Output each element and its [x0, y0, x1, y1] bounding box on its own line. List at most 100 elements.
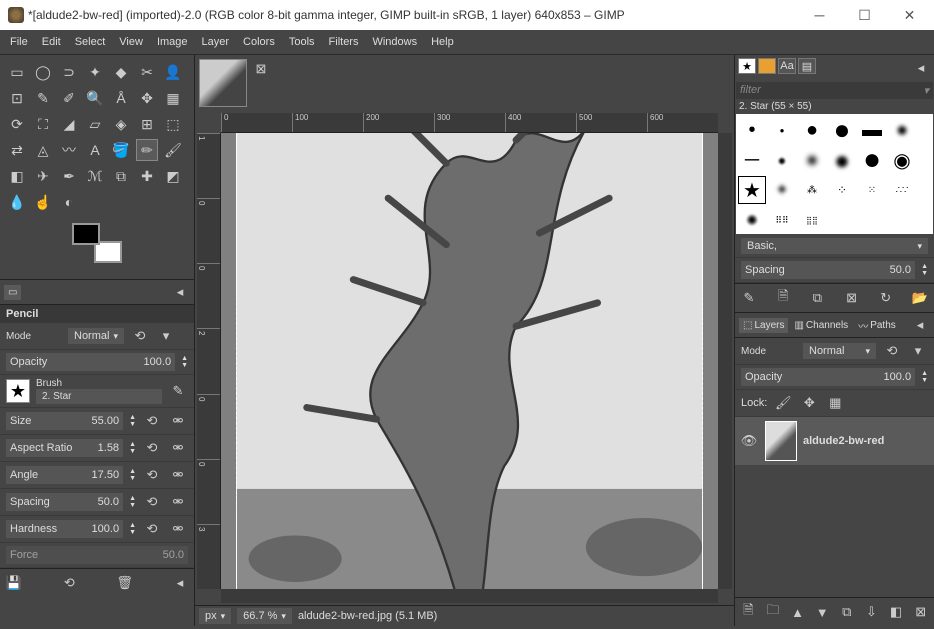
brushes-panel-menu-icon[interactable]: ◂ — [911, 58, 931, 78]
tool-warp[interactable]: 〰 — [58, 139, 80, 161]
layer-name[interactable]: aldude2-bw-red — [803, 435, 884, 447]
angle-link-icon[interactable]: ⚮ — [168, 465, 188, 485]
spacing-reset-icon[interactable]: ⟲ — [142, 492, 162, 512]
restore-preset-icon[interactable]: ⟲ — [59, 573, 79, 593]
menu-help[interactable]: Help — [431, 36, 454, 48]
brush-preset[interactable]: ▬ — [858, 116, 886, 144]
tool-blur[interactable]: 💧 — [6, 191, 28, 213]
menu-select[interactable]: Select — [75, 36, 106, 48]
lock-position-icon[interactable]: ✥ — [799, 393, 819, 413]
brush-spacing-slider[interactable]: Spacing50.0 — [741, 261, 915, 279]
lock-alpha-icon[interactable]: ▦ — [825, 393, 845, 413]
layer-down-icon[interactable]: ▼ — [813, 602, 832, 622]
layer-visibility-icon[interactable]: 👁 — [739, 431, 759, 451]
menu-edit[interactable]: Edit — [42, 36, 61, 48]
lock-pixels-icon[interactable]: 🖌 — [773, 393, 793, 413]
close-button[interactable]: ✕ — [887, 0, 932, 30]
layer-row[interactable]: 👁 aldude2-bw-red — [735, 417, 934, 465]
brush-preset[interactable]: ● — [768, 146, 796, 174]
tab-brushes-icon[interactable]: ★ — [738, 58, 756, 74]
aspect-reset-icon[interactable]: ⟲ — [142, 438, 162, 458]
brush-spacing-spinner[interactable]: ▲▼ — [921, 263, 928, 277]
brush-preset[interactable]: ⣿⣿ — [798, 206, 826, 234]
brush-preset-dropdown[interactable]: Basic,▾ — [741, 238, 928, 254]
brush-presets-grid[interactable]: • ● ● ● ▬ ● ─ ● ● ● ● ◉ ★ ✦ ⁂ ⁘ ⁙ ∴∵ ✺ ⠿… — [736, 114, 933, 234]
spacing-spinner[interactable]: ▲▼ — [129, 495, 136, 509]
brush-open-icon[interactable]: 📂 — [910, 288, 930, 308]
tool-3d[interactable]: ⬚ — [162, 113, 184, 135]
menu-image[interactable]: Image — [157, 36, 188, 48]
image-tab-close-icon[interactable]: ⊠ — [251, 59, 271, 79]
menu-colors[interactable]: Colors — [243, 36, 275, 48]
tool-airbrush[interactable]: ✈ — [32, 165, 54, 187]
hardness-spinner[interactable]: ▲▼ — [129, 522, 136, 536]
brush-new-icon[interactable]: 🗎 — [773, 288, 793, 308]
brush-preset[interactable]: ● — [858, 146, 886, 174]
vertical-ruler[interactable]: 1002003 — [197, 133, 221, 589]
menu-file[interactable]: File — [10, 36, 28, 48]
brush-filter[interactable]: filter▾ — [736, 82, 933, 99]
size-link-icon[interactable]: ⚮ — [168, 411, 188, 431]
brush-preview-icon[interactable]: ★ — [6, 379, 30, 403]
foreground-color-swatch[interactable] — [72, 223, 100, 245]
layer-mask-icon[interactable]: ◧ — [887, 602, 906, 622]
tool-scissors[interactable]: ✂ — [136, 61, 158, 83]
hardness-reset-icon[interactable]: ⟲ — [142, 519, 162, 539]
tool-cage[interactable]: ◬ — [32, 139, 54, 161]
maximize-button[interactable]: ☐ — [842, 0, 887, 30]
mode-dropdown[interactable]: Normal▾ — [68, 328, 124, 344]
size-spinner[interactable]: ▲▼ — [129, 414, 136, 428]
tool-crop[interactable]: ⊡ — [6, 87, 28, 109]
menu-layer[interactable]: Layer — [202, 36, 230, 48]
color-swatches[interactable] — [72, 223, 122, 263]
spacing-slider[interactable]: Spacing50.0 — [6, 493, 123, 511]
brush-preset[interactable]: ⁂ — [798, 176, 826, 204]
brush-preset[interactable]: ⁙ — [858, 176, 886, 204]
layer-duplicate-icon[interactable]: ⧉ — [838, 602, 857, 622]
tool-shear[interactable]: ◢ — [58, 113, 80, 135]
layer-mode-chevron-icon[interactable]: ▾ — [908, 341, 928, 361]
tab-patterns-icon[interactable] — [758, 58, 776, 74]
unit-dropdown[interactable]: px▾ — [199, 608, 231, 624]
brush-preset[interactable]: • — [738, 116, 766, 144]
brush-preset[interactable]: ⁘ — [828, 176, 856, 204]
tool-ink[interactable]: ✒ — [58, 165, 80, 187]
layer-opacity-slider[interactable]: Opacity100.0 — [741, 368, 915, 386]
vertical-scrollbar[interactable] — [718, 133, 732, 589]
tool-dodge[interactable]: ◐ — [58, 191, 80, 213]
layer-opacity-spinner[interactable]: ▲▼ — [921, 370, 928, 384]
brush-preset[interactable]: ∴∵ — [888, 176, 916, 204]
tool-foreground[interactable]: 👤 — [162, 61, 184, 83]
layer-new-icon[interactable]: 🗎 — [739, 602, 758, 622]
tool-brush[interactable]: 🖌 — [162, 139, 184, 161]
menu-view[interactable]: View — [119, 36, 143, 48]
brush-preset[interactable]: ● — [768, 116, 796, 144]
tool-paths[interactable]: ✎ — [32, 87, 54, 109]
tool-perspective-clone[interactable]: ◩ — [162, 165, 184, 187]
delete-preset-icon[interactable]: 🗑 — [115, 573, 135, 593]
brush-preset[interactable]: ◉ — [888, 146, 916, 174]
tool-color-picker[interactable]: ✐ — [58, 87, 80, 109]
tab-tool-options[interactable]: ▭ — [4, 285, 21, 300]
tool-free-select[interactable]: ⊃ — [58, 61, 80, 83]
tool-eraser[interactable]: ◧ — [6, 165, 28, 187]
brush-duplicate-icon[interactable]: ⧉ — [807, 288, 827, 308]
tool-heal[interactable]: ✚ — [136, 165, 158, 187]
layer-thumbnail[interactable] — [765, 421, 797, 461]
tab-fonts-icon[interactable]: Aa — [778, 58, 796, 74]
canvas-image[interactable] — [221, 133, 718, 589]
layer-delete-icon[interactable]: ⊠ — [911, 602, 930, 622]
angle-spinner[interactable]: ▲▼ — [129, 468, 136, 482]
tool-pencil[interactable]: ✏ — [136, 139, 158, 161]
save-preset-icon[interactable]: 💾 — [4, 573, 24, 593]
zoom-dropdown[interactable]: 66.7 %▾ — [237, 608, 292, 624]
layer-mode-dropdown[interactable]: Normal▾ — [803, 343, 876, 359]
brush-preset[interactable]: ● — [828, 146, 856, 174]
layer-mode-reset-icon[interactable]: ⟲ — [882, 341, 902, 361]
brush-delete-icon[interactable]: ⊠ — [842, 288, 862, 308]
brush-preset[interactable]: ✺ — [738, 206, 766, 234]
layer-group-icon[interactable]: 🗀 — [764, 602, 783, 622]
brush-refresh-icon[interactable]: ↻ — [876, 288, 896, 308]
layer-merge-icon[interactable]: ⇩ — [862, 602, 881, 622]
tool-scale[interactable]: ⛶ — [32, 113, 54, 135]
